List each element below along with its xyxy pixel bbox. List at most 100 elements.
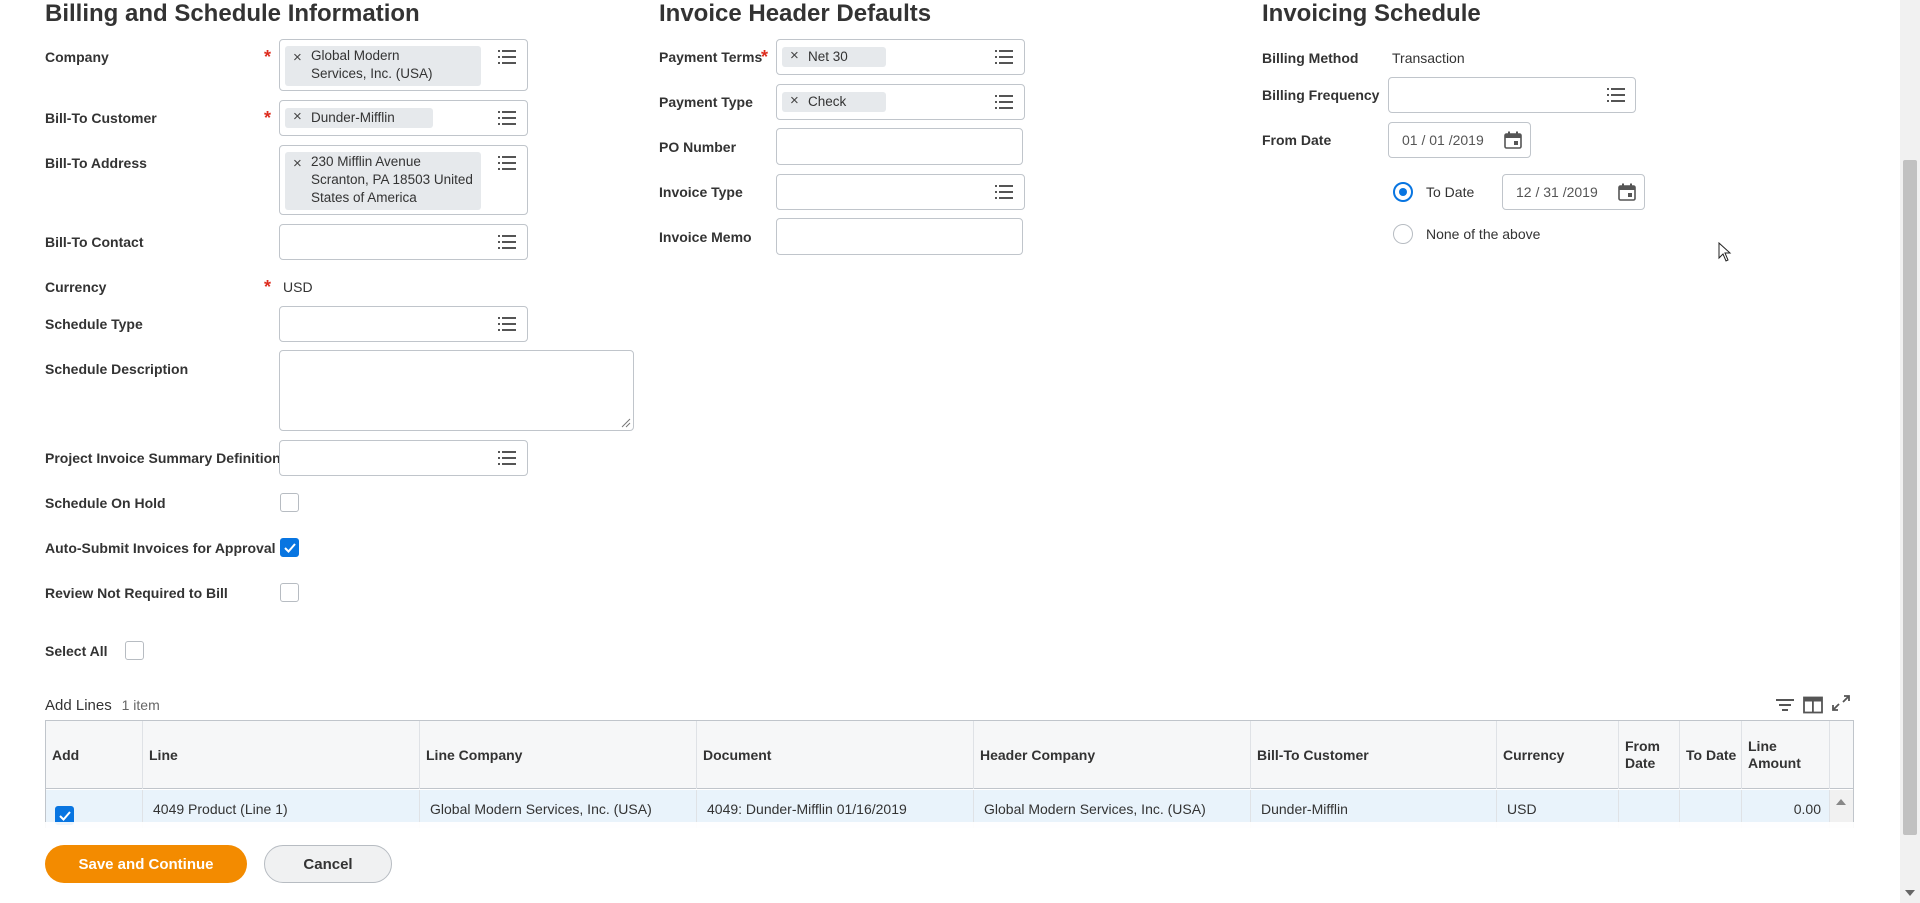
- from-date-year[interactable]: 2019: [1453, 132, 1484, 148]
- bill-to-customer-pill: × Dunder-Mifflin: [285, 108, 433, 128]
- bill-to-customer-prompt[interactable]: × Dunder-Mifflin: [279, 100, 528, 136]
- from-date-day[interactable]: 01: [1429, 132, 1445, 148]
- calendar-icon[interactable]: [1617, 182, 1637, 202]
- to-date-year[interactable]: 2019: [1567, 184, 1598, 200]
- payment-terms-prompt[interactable]: × Net 30: [776, 39, 1025, 75]
- column-header-header-company[interactable]: Header Company: [974, 721, 1251, 789]
- to-date-day[interactable]: 31: [1543, 184, 1559, 200]
- invoice-memo-label: Invoice Memo: [659, 229, 752, 245]
- remove-icon[interactable]: ×: [293, 49, 302, 67]
- column-header-from-date[interactable]: From Date: [1619, 721, 1680, 789]
- payment-type-label: Payment Type: [659, 94, 753, 110]
- column-header-bill-to-customer[interactable]: Bill-To Customer: [1251, 721, 1497, 789]
- add-lines-count: 1 item: [121, 697, 160, 713]
- select-all-checkbox[interactable]: [125, 641, 144, 660]
- required-indicator: *: [264, 108, 272, 128]
- column-header-add[interactable]: Add: [46, 721, 143, 789]
- column-header-line[interactable]: Line: [143, 721, 420, 789]
- payment-type-prompt[interactable]: × Check: [776, 84, 1025, 120]
- column-header-currency[interactable]: Currency: [1497, 721, 1619, 789]
- invoicing-schedule-section-title: Invoicing Schedule: [1262, 0, 1481, 27]
- invoice-memo-input[interactable]: [776, 218, 1023, 255]
- list-icon[interactable]: [995, 95, 1013, 109]
- project-invoice-summary-prompt[interactable]: [279, 440, 528, 476]
- scroll-up-icon[interactable]: [1836, 799, 1846, 805]
- filter-icon[interactable]: [1775, 696, 1795, 714]
- bill-to-customer-label: Bill-To Customer: [45, 110, 157, 126]
- save-and-continue-button[interactable]: Save and Continue: [45, 845, 247, 883]
- checkmark-icon: [284, 543, 296, 553]
- resize-handle-icon[interactable]: [621, 418, 631, 428]
- column-header-line-company[interactable]: Line Company: [420, 721, 697, 789]
- calendar-icon[interactable]: [1503, 130, 1523, 150]
- list-icon[interactable]: [498, 50, 516, 64]
- column-layout-icon[interactable]: [1803, 696, 1823, 714]
- list-icon[interactable]: [1607, 88, 1625, 102]
- list-icon[interactable]: [498, 156, 516, 170]
- auto-submit-checkbox[interactable]: [280, 538, 299, 557]
- from-date-input[interactable]: 01 / 01 /2019: [1388, 122, 1531, 158]
- invoice-type-prompt[interactable]: [776, 174, 1025, 210]
- remove-icon[interactable]: ×: [790, 92, 799, 110]
- bill-to-contact-prompt[interactable]: [279, 224, 528, 260]
- billing-method-label: Billing Method: [1262, 50, 1359, 66]
- schedule-on-hold-label: Schedule On Hold: [45, 495, 166, 511]
- column-header-line-amount[interactable]: Line Amount: [1742, 721, 1830, 789]
- list-icon[interactable]: [995, 185, 1013, 199]
- page-scrollbar-thumb[interactable]: [1903, 160, 1917, 835]
- payment-terms-pill: × Net 30: [782, 47, 886, 67]
- billing-section-title: Billing and Schedule Information: [45, 0, 420, 27]
- list-icon[interactable]: [498, 111, 516, 125]
- bill-to-address-label: Bill-To Address: [45, 155, 147, 171]
- none-of-the-above-radio[interactable]: [1393, 224, 1413, 244]
- scroll-down-icon[interactable]: [1905, 890, 1915, 896]
- cancel-button[interactable]: Cancel: [264, 845, 392, 883]
- column-header-document[interactable]: Document: [697, 721, 974, 789]
- bill-to-address-pill: × 230 Mifflin Avenue Scranton, PA 18503 …: [285, 152, 481, 210]
- payment-terms-label: Payment Terms: [659, 49, 763, 65]
- company-label: Company: [45, 49, 109, 65]
- from-date-month[interactable]: 01: [1402, 132, 1418, 148]
- review-not-required-label: Review Not Required to Bill: [45, 585, 228, 601]
- invoice-type-label: Invoice Type: [659, 184, 743, 200]
- required-indicator: *: [264, 47, 272, 67]
- remove-icon[interactable]: ×: [293, 155, 302, 173]
- invoice-header-section-title: Invoice Header Defaults: [659, 0, 932, 27]
- payment-terms-value: Net 30: [808, 49, 848, 64]
- fullscreen-icon[interactable]: [1831, 694, 1851, 712]
- billing-frequency-prompt[interactable]: [1388, 77, 1636, 113]
- currency-label: Currency: [45, 279, 107, 295]
- checkmark-icon: [59, 811, 71, 821]
- column-header-to-date[interactable]: To Date: [1680, 721, 1742, 789]
- to-date-radio[interactable]: [1393, 182, 1413, 202]
- select-all-label: Select All: [45, 643, 108, 659]
- billing-frequency-label: Billing Frequency: [1262, 87, 1380, 103]
- list-icon[interactable]: [995, 50, 1013, 64]
- review-not-required-checkbox[interactable]: [280, 583, 299, 602]
- schedule-type-prompt[interactable]: [279, 306, 528, 342]
- from-date-label: From Date: [1262, 132, 1332, 148]
- required-indicator: *: [264, 277, 272, 297]
- bill-to-address-line3: States of America: [311, 190, 417, 205]
- bill-to-address-prompt[interactable]: × 230 Mifflin Avenue Scranton, PA 18503 …: [279, 145, 528, 215]
- list-icon[interactable]: [498, 317, 516, 331]
- schedule-on-hold-checkbox[interactable]: [280, 493, 299, 512]
- currency-value: USD: [283, 279, 313, 295]
- po-number-label: PO Number: [659, 139, 737, 155]
- to-date-label: To Date: [1426, 184, 1475, 200]
- remove-icon[interactable]: ×: [293, 108, 302, 126]
- add-lines-title: Add Lines: [45, 697, 112, 714]
- list-icon[interactable]: [498, 451, 516, 465]
- company-pill: × Global Modern Services, Inc. (USA): [285, 46, 481, 86]
- none-of-the-above-label: None of the above: [1426, 226, 1541, 242]
- schedule-description-textarea[interactable]: [279, 350, 634, 431]
- to-date-input[interactable]: 12 / 31 /2019: [1502, 174, 1645, 210]
- po-number-input[interactable]: [776, 128, 1023, 165]
- list-icon[interactable]: [498, 235, 516, 249]
- remove-icon[interactable]: ×: [790, 47, 799, 65]
- company-prompt[interactable]: × Global Modern Services, Inc. (USA): [279, 39, 528, 91]
- schedule-type-label: Schedule Type: [45, 316, 143, 332]
- bill-to-address-line2: Scranton, PA 18503 United: [311, 172, 473, 187]
- to-date-month[interactable]: 12: [1516, 184, 1532, 200]
- add-lines-grid: Add Line Line Company Document Header Co…: [45, 720, 1854, 828]
